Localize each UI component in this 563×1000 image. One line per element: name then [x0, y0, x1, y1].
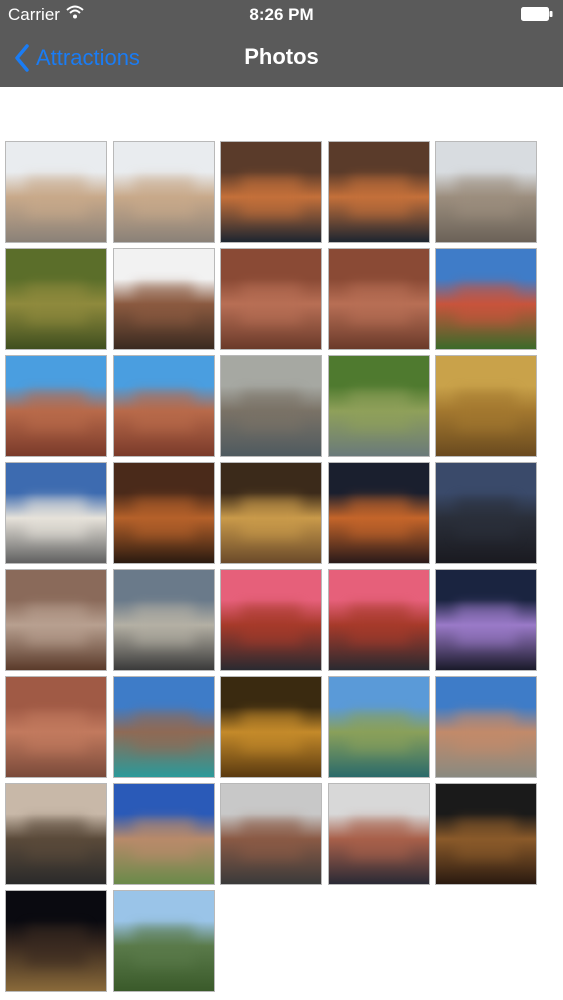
- photo-thumbnail[interactable]: [327, 676, 430, 778]
- photo-subject: [241, 605, 301, 645]
- photo-thumbnail[interactable]: [327, 141, 430, 243]
- photo-thumbnail[interactable]: [5, 248, 107, 350]
- photo-subject: [26, 819, 86, 859]
- photo-subject: [133, 605, 194, 645]
- photo-thumbnail[interactable]: [5, 783, 107, 885]
- photo-thumbnail[interactable]: [435, 141, 537, 243]
- photo-subject: [348, 819, 409, 859]
- photo-thumbnail[interactable]: [112, 569, 215, 671]
- photo-subject: [348, 498, 409, 538]
- battery-icon: [521, 7, 553, 21]
- photo-subject: [241, 391, 301, 431]
- photo-subject: [348, 284, 409, 324]
- photo-thumbnail[interactable]: [327, 355, 430, 457]
- photo-thumbnail[interactable]: [220, 141, 322, 243]
- photo-thumbnail[interactable]: [112, 890, 215, 992]
- photo-subject: [26, 926, 86, 966]
- photo-subject: [456, 284, 516, 324]
- photo-thumbnail[interactable]: [327, 248, 430, 350]
- photo-thumbnail[interactable]: [435, 248, 537, 350]
- photo-subject: [348, 712, 409, 752]
- photo-subject: [456, 605, 516, 645]
- photo-subject: [241, 712, 301, 752]
- photo-thumbnail[interactable]: [327, 462, 430, 564]
- photo-subject: [26, 284, 86, 324]
- navigation-bar: Carrier 8:26 PM Attractions Photos: [0, 0, 563, 87]
- photo-subject: [348, 177, 409, 217]
- photo-thumbnail[interactable]: [5, 676, 107, 778]
- photo-thumbnail[interactable]: [435, 462, 537, 564]
- photo-thumbnail[interactable]: [5, 355, 107, 457]
- photo-subject: [456, 391, 516, 431]
- photo-thumbnail[interactable]: [5, 890, 107, 992]
- photo-subject: [241, 498, 301, 538]
- photo-thumbnail[interactable]: [5, 569, 107, 671]
- photo-thumbnail[interactable]: [112, 783, 215, 885]
- photo-subject: [456, 819, 516, 859]
- photo-thumbnail[interactable]: [112, 248, 215, 350]
- photo-subject: [456, 712, 516, 752]
- photo-subject: [133, 712, 194, 752]
- photo-thumbnail[interactable]: [220, 248, 322, 350]
- status-bar: Carrier 8:26 PM: [0, 0, 563, 30]
- photo-subject: [26, 605, 86, 645]
- photo-subject: [241, 284, 301, 324]
- photo-subject: [133, 284, 194, 324]
- photo-thumbnail[interactable]: [220, 676, 322, 778]
- photo-subject: [133, 391, 194, 431]
- photo-thumbnail[interactable]: [220, 462, 322, 564]
- photo-thumbnail[interactable]: [435, 569, 537, 671]
- photo-subject: [26, 391, 86, 431]
- photo-grid: [5, 141, 537, 992]
- photo-subject: [241, 177, 301, 217]
- photo-subject: [133, 498, 194, 538]
- photo-thumbnail[interactable]: [327, 783, 430, 885]
- photo-subject: [456, 498, 516, 538]
- photo-subject: [26, 498, 86, 538]
- photo-subject: [348, 605, 409, 645]
- photo-thumbnail[interactable]: [435, 676, 537, 778]
- photo-thumbnail[interactable]: [220, 783, 322, 885]
- photo-thumbnail[interactable]: [112, 355, 215, 457]
- photo-thumbnail[interactable]: [112, 676, 215, 778]
- photo-subject: [241, 819, 301, 859]
- photo-thumbnail[interactable]: [5, 462, 107, 564]
- photo-thumbnail[interactable]: [435, 355, 537, 457]
- photo-thumbnail[interactable]: [327, 569, 430, 671]
- status-time: 8:26 PM: [249, 5, 314, 24]
- photo-thumbnail[interactable]: [112, 141, 215, 243]
- photo-subject: [26, 712, 86, 752]
- photo-subject: [456, 177, 516, 217]
- photo-subject: [348, 391, 409, 431]
- photo-subject: [26, 177, 86, 217]
- page-title: Photos: [244, 44, 319, 69]
- photo-thumbnail[interactable]: [220, 569, 322, 671]
- photo-subject: [133, 819, 194, 859]
- photo-thumbnail[interactable]: [220, 355, 322, 457]
- photo-subject: [133, 177, 194, 217]
- photo-subject: [133, 926, 194, 966]
- photo-thumbnail[interactable]: [112, 462, 215, 564]
- photo-thumbnail[interactable]: [5, 141, 107, 243]
- photo-thumbnail[interactable]: [435, 783, 537, 885]
